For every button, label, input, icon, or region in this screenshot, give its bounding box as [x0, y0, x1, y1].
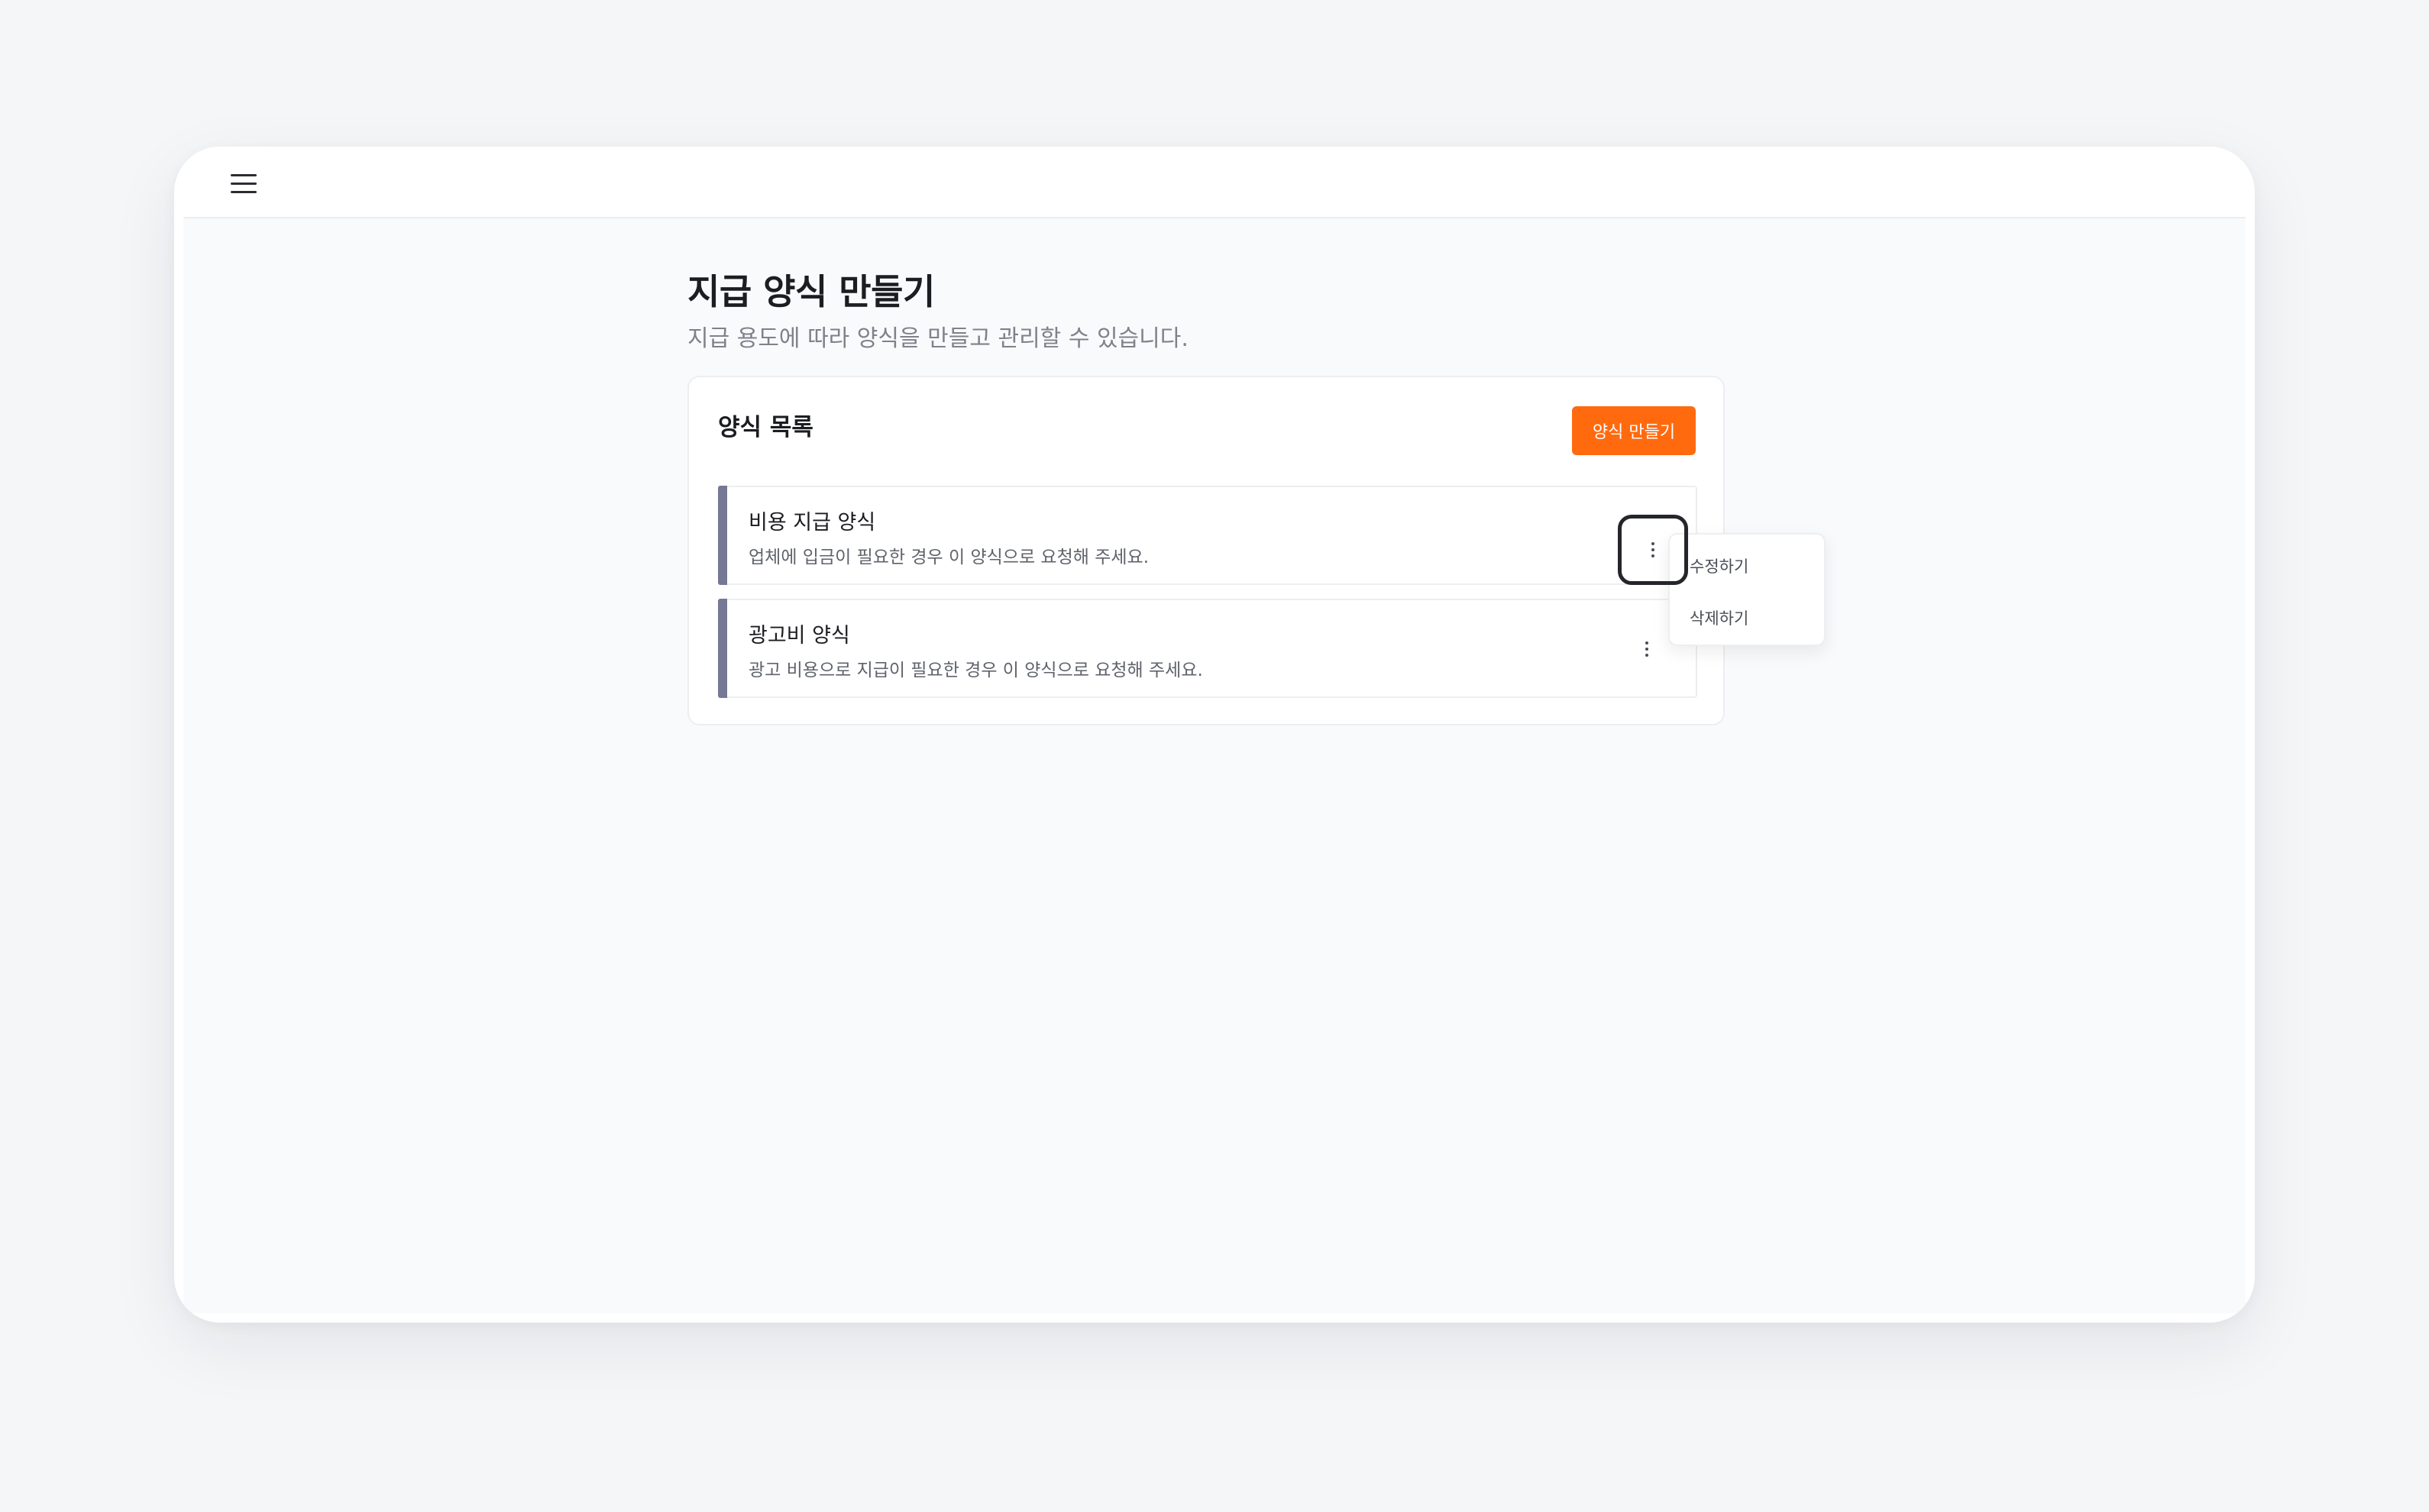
- page-subtitle: 지급 용도에 따라 양식을 만들고 관리할 수 있습니다.: [687, 325, 1189, 352]
- context-menu-item-delete[interactable]: 삭제하기: [1690, 606, 1748, 629]
- form-list-title: 양식 목록: [718, 414, 813, 441]
- hamburger-menu-icon[interactable]: [231, 174, 257, 194]
- form-list-card: 양식 목록 양식 만들기 비용 지급 양식 업체에 입금이 필요한 경우 이 양…: [687, 376, 1725, 725]
- form-item-accent-bar: [718, 486, 727, 585]
- top-bar: [183, 147, 2246, 218]
- form-item-description: 광고 비용으로 지급이 필요한 경우 이 양식으로 요청해 주세요.: [749, 661, 1203, 680]
- form-item-accent-bar: [718, 599, 727, 698]
- form-item-title: 광고비 양식: [749, 624, 850, 648]
- more-vertical-icon[interactable]: [1618, 515, 1688, 585]
- form-item-title: 비용 지급 양식: [749, 511, 876, 535]
- form-item-description: 업체에 입금이 필요한 경우 이 양식으로 요청해 주세요.: [749, 548, 1150, 567]
- form-list-item[interactable]: 비용 지급 양식 업체에 입금이 필요한 경우 이 양식으로 요청해 주세요.: [718, 486, 1697, 585]
- context-menu: 수정하기 삭제하기: [1668, 533, 1826, 646]
- form-list-item[interactable]: 광고비 양식 광고 비용으로 지급이 필요한 경우 이 양식으로 요청해 주세요…: [718, 599, 1697, 698]
- page-title: 지급 양식 만들기: [687, 271, 935, 312]
- app-window: 지급 양식 만들기 지급 용도에 따라 양식을 만들고 관리할 수 있습니다. …: [174, 147, 2255, 1323]
- create-form-button[interactable]: 양식 만들기: [1572, 406, 1696, 455]
- main-content: 지급 양식 만들기 지급 용도에 따라 양식을 만들고 관리할 수 있습니다. …: [183, 218, 2246, 1313]
- context-menu-item-edit[interactable]: 수정하기: [1690, 554, 1748, 577]
